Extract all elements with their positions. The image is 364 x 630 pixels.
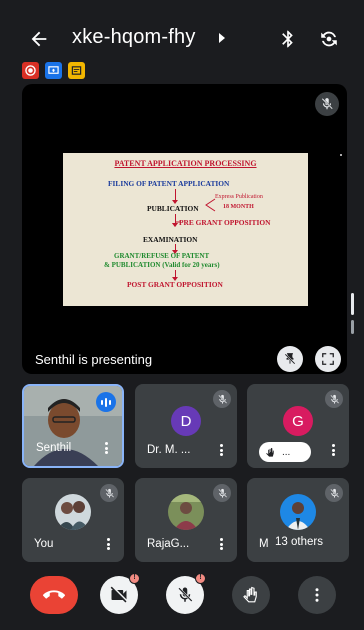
mic-off-icon bbox=[100, 484, 118, 502]
notes-icon bbox=[68, 62, 85, 79]
alert-badge: ! bbox=[195, 573, 206, 584]
participant-tile-dr-m[interactable]: D Dr. M. ... bbox=[135, 384, 237, 468]
participant-name: You bbox=[34, 538, 54, 550]
slide-title: PATENT APPLICATION PROCESSING bbox=[114, 159, 257, 168]
meeting-code-title[interactable]: xke-hqom-fhy bbox=[72, 26, 196, 49]
alert-badge: ! bbox=[129, 573, 140, 584]
avatar bbox=[168, 494, 204, 530]
presentation-tile[interactable]: PATENT APPLICATION PROCESSING FILING OF … bbox=[22, 84, 347, 374]
mic-off-icon bbox=[325, 484, 343, 502]
more-options-button[interactable] bbox=[298, 576, 336, 614]
participant-tile-others[interactable]: M 13 others bbox=[247, 478, 349, 562]
slide-note-months: 18 MONTH bbox=[223, 204, 254, 210]
slide-step-filing: FILING OF PATENT APPLICATION bbox=[108, 179, 230, 188]
slide-step-pre-grant: PRE GRANT OPPOSITION bbox=[179, 218, 271, 227]
end-call-button[interactable] bbox=[30, 576, 78, 614]
more-options-icon[interactable] bbox=[105, 442, 108, 454]
mic-off-icon bbox=[315, 92, 339, 116]
participant-name: RajaG... bbox=[147, 538, 190, 550]
avatar bbox=[55, 494, 91, 530]
flow-arrow bbox=[172, 244, 178, 254]
back-arrow-icon[interactable] bbox=[28, 28, 50, 50]
hang-up-icon bbox=[43, 590, 65, 599]
scrollbar-thumb[interactable] bbox=[351, 293, 354, 315]
scrollbar-track[interactable] bbox=[351, 320, 354, 334]
bluetooth-icon[interactable] bbox=[278, 28, 298, 50]
presentation-slide: PATENT APPLICATION PROCESSING FILING OF … bbox=[63, 153, 308, 306]
unpin-button[interactable] bbox=[277, 346, 303, 372]
hand-icon bbox=[266, 447, 274, 457]
raised-hand-label: ... bbox=[282, 446, 291, 458]
slide-step-publication-validity: & PUBLICATION (Valid for 20 years) bbox=[104, 261, 220, 269]
raise-hand-button[interactable] bbox=[232, 576, 270, 614]
top-bar: xke-hqom-fhy bbox=[0, 26, 364, 58]
slide-marker bbox=[340, 154, 342, 156]
more-vert-icon bbox=[315, 588, 319, 602]
slide-note-express: Express Publication bbox=[215, 194, 263, 200]
presenting-label: Senthil is presenting bbox=[35, 352, 153, 367]
mic-off-icon bbox=[213, 484, 231, 502]
flow-arrow bbox=[172, 270, 178, 281]
participant-tile-you[interactable]: You bbox=[22, 478, 124, 562]
slide-step-examination: EXAMINATION bbox=[143, 235, 198, 244]
raised-hand-chip[interactable]: ... bbox=[259, 442, 311, 462]
speaking-indicator-icon bbox=[96, 392, 116, 412]
participant-tile-rajag[interactable]: RajaG... bbox=[135, 478, 237, 562]
mic-off-icon bbox=[213, 390, 231, 408]
bracket-arrow bbox=[205, 198, 216, 212]
camera-toggle-button[interactable]: ! bbox=[100, 573, 140, 614]
slide-step-post-grant: POST GRANT OPPOSITION bbox=[127, 280, 223, 289]
screen-share-icon bbox=[45, 62, 62, 79]
hand-icon bbox=[243, 586, 257, 603]
participant-name: Senthil bbox=[36, 442, 72, 454]
camera-off-icon bbox=[110, 586, 127, 603]
participant-name: M bbox=[259, 538, 269, 550]
participant-name: Dr. M. ... bbox=[147, 444, 191, 456]
others-count-chip[interactable]: 13 others bbox=[269, 532, 329, 552]
mic-toggle-button[interactable]: ! bbox=[166, 573, 206, 614]
participant-tile-g[interactable]: G ... bbox=[247, 384, 349, 468]
flow-arrow bbox=[172, 189, 178, 204]
more-options-icon[interactable] bbox=[220, 538, 223, 550]
switch-camera-icon[interactable] bbox=[318, 28, 340, 50]
recording-icon bbox=[22, 62, 39, 79]
slide-step-publication: PUBLICATION bbox=[147, 204, 199, 213]
avatar: G bbox=[283, 406, 313, 436]
more-options-icon[interactable] bbox=[220, 444, 223, 456]
mic-off-icon bbox=[178, 587, 193, 602]
mic-off-icon bbox=[325, 390, 343, 408]
slide-step-grant: GRANT/REFUSE OF PATENT bbox=[114, 252, 210, 260]
status-icons bbox=[22, 62, 85, 80]
chevron-right-icon[interactable] bbox=[217, 32, 227, 44]
fullscreen-button[interactable] bbox=[315, 346, 341, 372]
participant-tile-senthil[interactable]: Senthil bbox=[22, 384, 124, 468]
avatar bbox=[280, 494, 316, 530]
avatar: D bbox=[171, 406, 201, 436]
more-options-icon[interactable] bbox=[107, 538, 110, 550]
more-options-icon[interactable] bbox=[332, 444, 335, 456]
